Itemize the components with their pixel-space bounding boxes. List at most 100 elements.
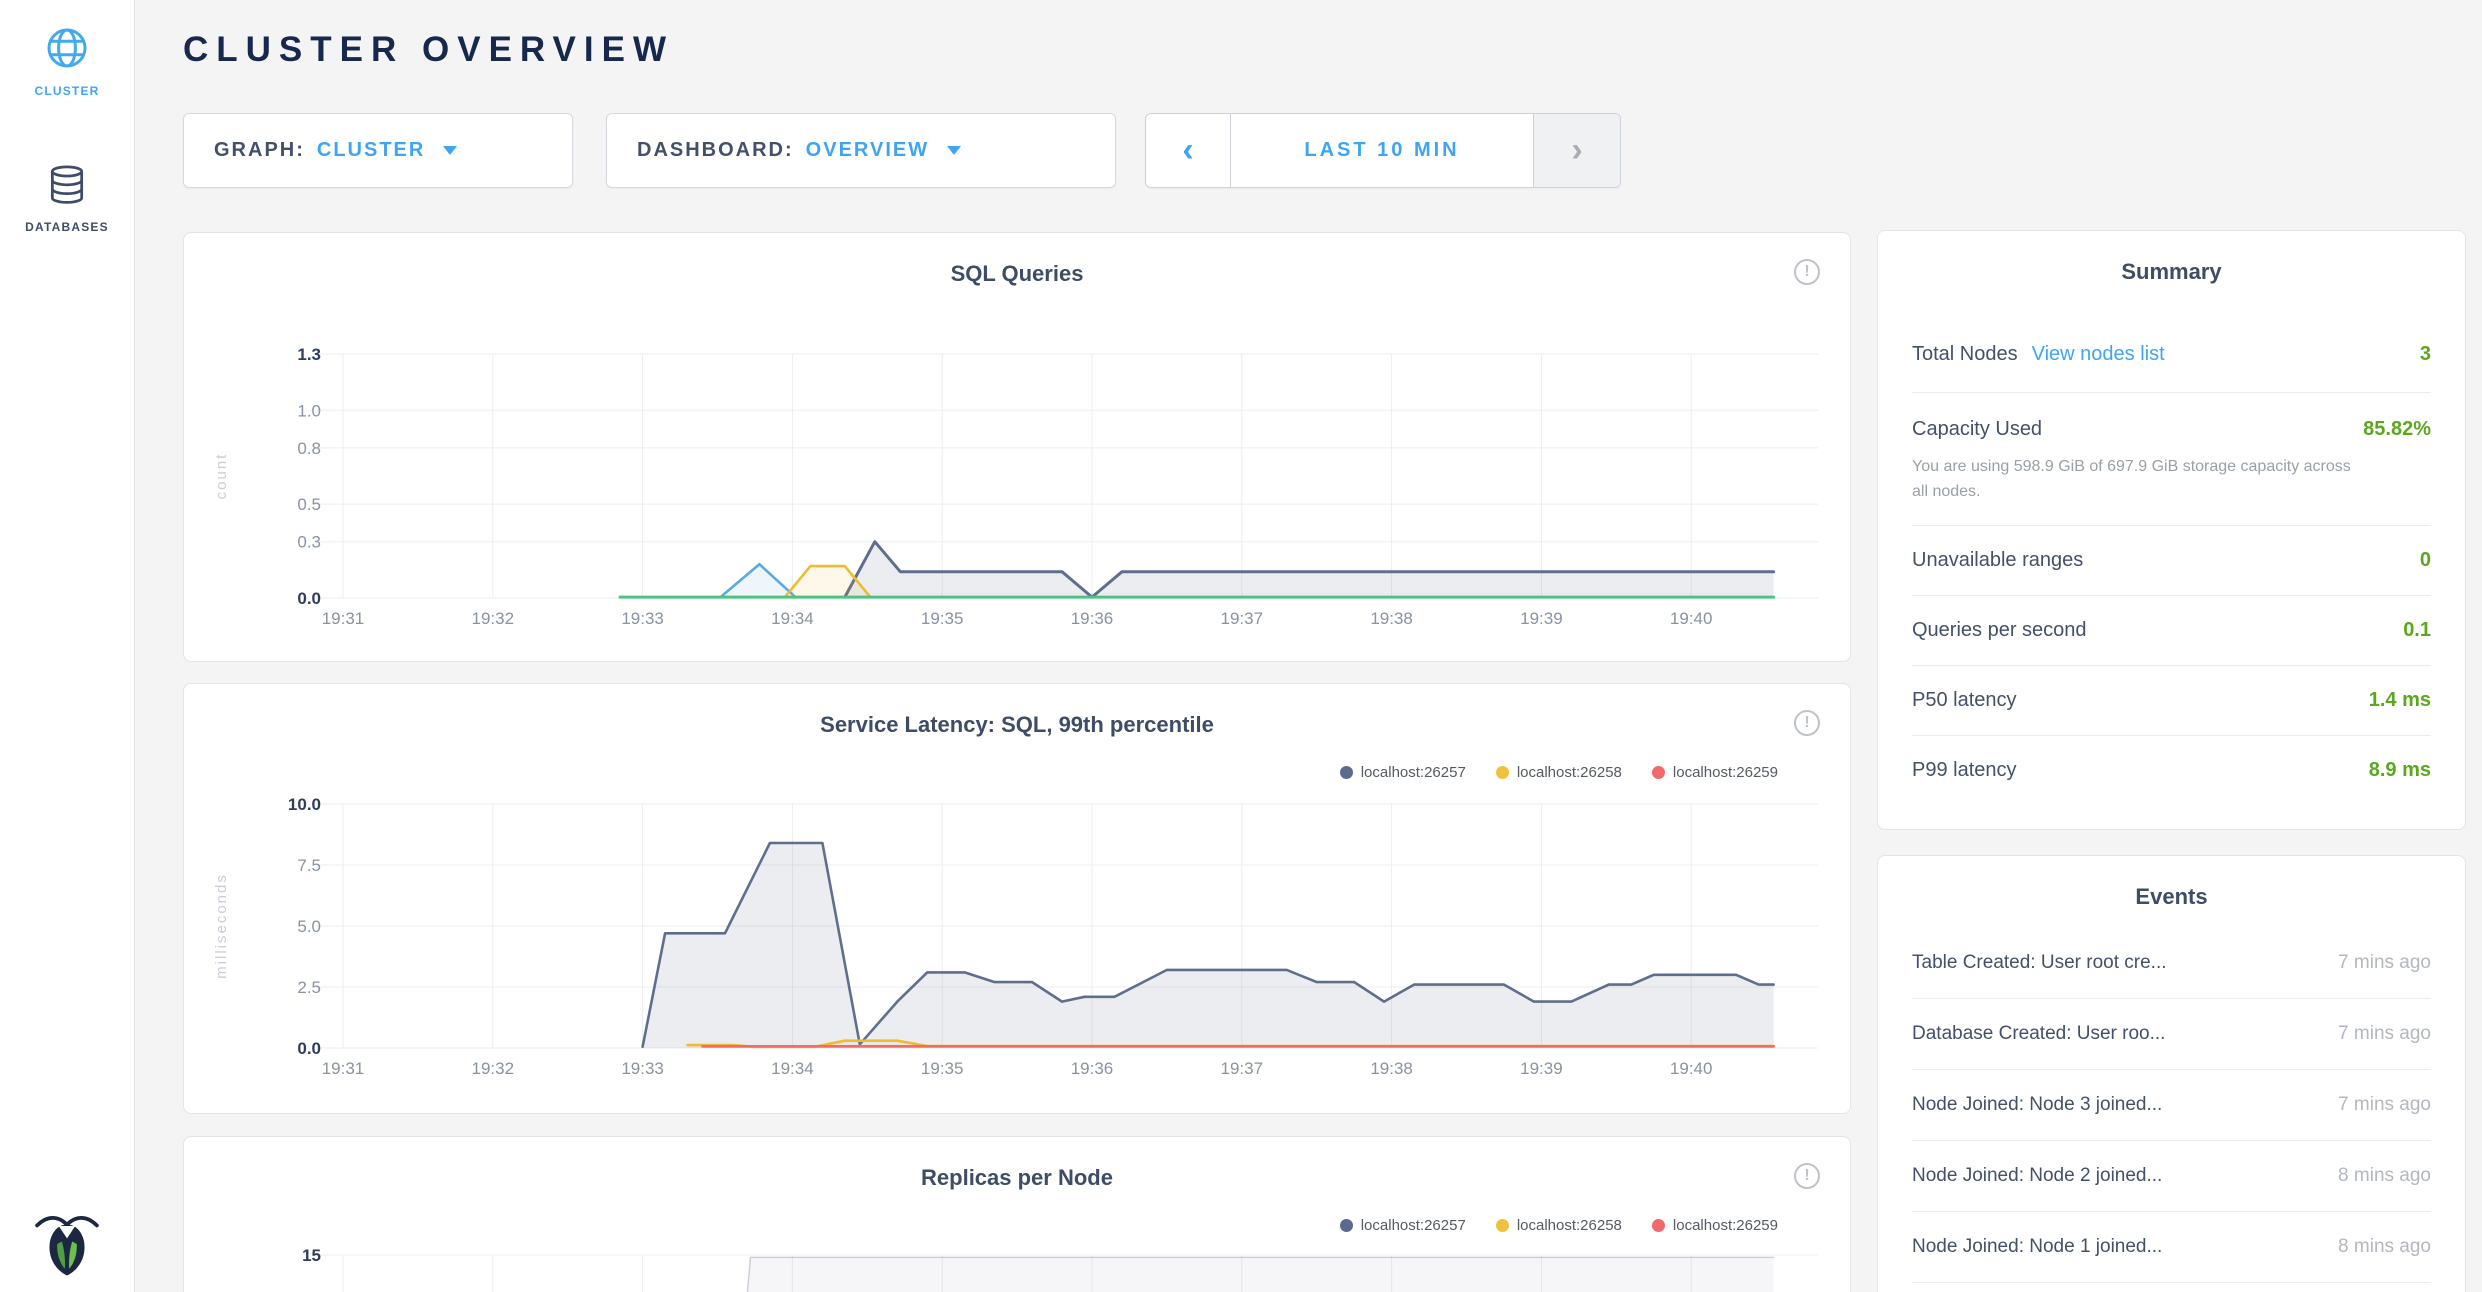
event-time: 7 mins ago bbox=[2338, 952, 2431, 974]
svg-text:2.5: 2.5 bbox=[297, 978, 321, 997]
svg-text:0.3: 0.3 bbox=[297, 533, 321, 552]
sidebar-item-label: DATABASES bbox=[25, 220, 109, 234]
event-title: Node Joined: Node 2 joined... bbox=[1912, 1165, 2162, 1187]
capacity-note: You are using 598.9 GiB of 697.9 GiB sto… bbox=[1912, 455, 2352, 505]
info-icon[interactable]: ! bbox=[1794, 259, 1820, 285]
graph-dropdown[interactable]: GRAPH: CLUSTER bbox=[183, 113, 573, 188]
time-next-button[interactable]: › bbox=[1533, 114, 1620, 187]
summary-panel: Summary Total NodesView nodes list 3 Cap… bbox=[1877, 230, 2466, 830]
legend-item[interactable]: localhost:26257 bbox=[1340, 764, 1466, 781]
p99-latency-label: P99 latency bbox=[1912, 759, 2017, 782]
svg-text:19:38: 19:38 bbox=[1370, 609, 1413, 628]
sidebar-item-label: CLUSTER bbox=[34, 84, 99, 98]
summary-row: P99 latency 8.9 ms bbox=[1912, 736, 2431, 806]
svg-text:19:31: 19:31 bbox=[322, 1059, 365, 1078]
legend-item[interactable]: localhost:26259 bbox=[1652, 1217, 1778, 1234]
info-icon[interactable]: ! bbox=[1794, 710, 1820, 736]
legend-dot-icon bbox=[1496, 766, 1509, 779]
svg-text:19:34: 19:34 bbox=[771, 609, 814, 628]
dashboard-dropdown-value: OVERVIEW bbox=[806, 139, 929, 162]
event-time: 8 mins ago bbox=[2338, 1165, 2431, 1187]
sidebar-item-cluster[interactable]: CLUSTER bbox=[0, 24, 134, 98]
svg-text:1.3: 1.3 bbox=[297, 345, 321, 364]
sql-queries-chart: 0.00.30.50.81.01.319:3119:3219:3319:3419… bbox=[184, 233, 1850, 661]
svg-text:19:35: 19:35 bbox=[921, 1059, 964, 1078]
events-title: Events bbox=[1878, 884, 2465, 910]
svg-text:19:40: 19:40 bbox=[1670, 609, 1713, 628]
svg-text:19:37: 19:37 bbox=[1221, 1059, 1264, 1078]
svg-text:19:31: 19:31 bbox=[322, 609, 365, 628]
unavailable-ranges-label: Unavailable ranges bbox=[1912, 549, 2083, 572]
svg-text:19:36: 19:36 bbox=[1071, 1059, 1114, 1078]
chart-legend: localhost:26257 localhost:26258 localhost:… bbox=[1340, 1217, 1778, 1234]
events-panel: Events Table Created: User root cre... 7… bbox=[1877, 855, 2466, 1292]
event-row[interactable]: Node Joined: Node 1 joined... 8 mins ago bbox=[1912, 1212, 2431, 1283]
event-row[interactable]: Database Created: User roo... 7 mins ago bbox=[1912, 999, 2431, 1070]
sidebar-item-databases[interactable]: DATABASES bbox=[0, 162, 134, 234]
graph-dropdown-value: CLUSTER bbox=[317, 139, 425, 162]
database-icon bbox=[45, 162, 89, 208]
svg-text:19:39: 19:39 bbox=[1520, 609, 1563, 628]
legend-item[interactable]: localhost:26258 bbox=[1496, 1217, 1622, 1234]
p50-latency-value: 1.4 ms bbox=[2369, 689, 2431, 712]
time-prev-button[interactable]: ‹ bbox=[1146, 114, 1231, 187]
summary-row: Queries per second 0.1 bbox=[1912, 596, 2431, 666]
legend-label: localhost:26258 bbox=[1517, 764, 1622, 781]
view-nodes-list-link[interactable]: View nodes list bbox=[2032, 343, 2165, 365]
replicas-per-node-panel: 1519:3119:3219:3319:3419:3519:3619:3719:… bbox=[183, 1136, 1851, 1292]
svg-text:5.0: 5.0 bbox=[297, 917, 321, 936]
event-row[interactable]: Node Joined: Node 2 joined... 8 mins ago bbox=[1912, 1141, 2431, 1212]
chart-title: Replicas per Node bbox=[184, 1165, 1850, 1191]
p50-latency-label: P50 latency bbox=[1912, 689, 2017, 712]
svg-text:19:37: 19:37 bbox=[1221, 609, 1264, 628]
summary-title: Summary bbox=[1878, 259, 2465, 285]
legend-label: localhost:26257 bbox=[1361, 764, 1466, 781]
replicas-per-node-chart: 1519:3119:3219:3319:3419:3519:3619:3719:… bbox=[184, 1137, 1850, 1292]
event-row[interactable]: Table Created: User root cre... 7 mins a… bbox=[1912, 928, 2431, 999]
legend-item[interactable]: localhost:26259 bbox=[1652, 764, 1778, 781]
controls-bar: GRAPH: CLUSTER DASHBOARD: OVERVIEW ‹ LAS… bbox=[183, 113, 1621, 188]
svg-text:19:39: 19:39 bbox=[1520, 1059, 1563, 1078]
summary-row-total-nodes: Total NodesView nodes list 3 bbox=[1912, 317, 2431, 393]
svg-text:1.0: 1.0 bbox=[297, 401, 321, 420]
legend-label: localhost:26259 bbox=[1673, 1217, 1778, 1234]
legend-label: localhost:26257 bbox=[1361, 1217, 1466, 1234]
legend-item[interactable]: localhost:26258 bbox=[1496, 764, 1622, 781]
sql-queries-panel: 0.00.30.50.81.01.319:3119:3219:3319:3419… bbox=[183, 232, 1851, 662]
event-title: Node Joined: Node 1 joined... bbox=[1912, 1236, 2162, 1258]
dashboard-dropdown[interactable]: DASHBOARD: OVERVIEW bbox=[606, 113, 1116, 188]
event-row[interactable]: Node Joined: Node 3 joined... 7 mins ago bbox=[1912, 1070, 2431, 1141]
svg-text:19:38: 19:38 bbox=[1370, 1059, 1413, 1078]
chevron-down-icon bbox=[443, 146, 457, 155]
sidebar: CLUSTER DATABASES bbox=[0, 0, 135, 1292]
summary-row: Unavailable ranges 0 bbox=[1912, 526, 2431, 596]
legend-item[interactable]: localhost:26257 bbox=[1340, 1217, 1466, 1234]
event-title: Table Created: User root cre... bbox=[1912, 952, 2167, 974]
service-latency-panel: 0.02.55.07.510.019:3119:3219:3319:3419:3… bbox=[183, 683, 1851, 1114]
svg-text:19:34: 19:34 bbox=[771, 1059, 814, 1078]
queries-per-second-label: Queries per second bbox=[1912, 619, 2087, 642]
svg-text:0.5: 0.5 bbox=[297, 495, 321, 514]
legend-dot-icon bbox=[1652, 1219, 1665, 1232]
summary-row-capacity: Capacity Used 85.82% You are using 598.9… bbox=[1912, 393, 2431, 526]
svg-text:19:33: 19:33 bbox=[621, 609, 664, 628]
svg-text:19:32: 19:32 bbox=[472, 1059, 515, 1078]
dashboard-dropdown-label: DASHBOARD: bbox=[637, 139, 794, 162]
legend-dot-icon bbox=[1496, 1219, 1509, 1232]
cockroachdb-logo bbox=[34, 1207, 100, 1284]
svg-text:0.0: 0.0 bbox=[297, 589, 321, 608]
summary-row: P50 latency 1.4 ms bbox=[1912, 666, 2431, 736]
svg-text:19:32: 19:32 bbox=[472, 609, 515, 628]
chevron-down-icon bbox=[947, 146, 961, 155]
queries-per-second-value: 0.1 bbox=[2403, 619, 2431, 642]
info-icon[interactable]: ! bbox=[1794, 1163, 1820, 1189]
svg-text:19:40: 19:40 bbox=[1670, 1059, 1713, 1078]
legend-label: localhost:26259 bbox=[1673, 764, 1778, 781]
legend-dot-icon bbox=[1340, 766, 1353, 779]
time-range-value[interactable]: LAST 10 MIN bbox=[1231, 114, 1533, 187]
graph-dropdown-label: GRAPH: bbox=[214, 139, 305, 162]
svg-text:10.0: 10.0 bbox=[288, 795, 321, 814]
svg-text:milliseconds: milliseconds bbox=[213, 873, 230, 979]
legend-dot-icon bbox=[1652, 766, 1665, 779]
legend-label: localhost:26258 bbox=[1517, 1217, 1622, 1234]
